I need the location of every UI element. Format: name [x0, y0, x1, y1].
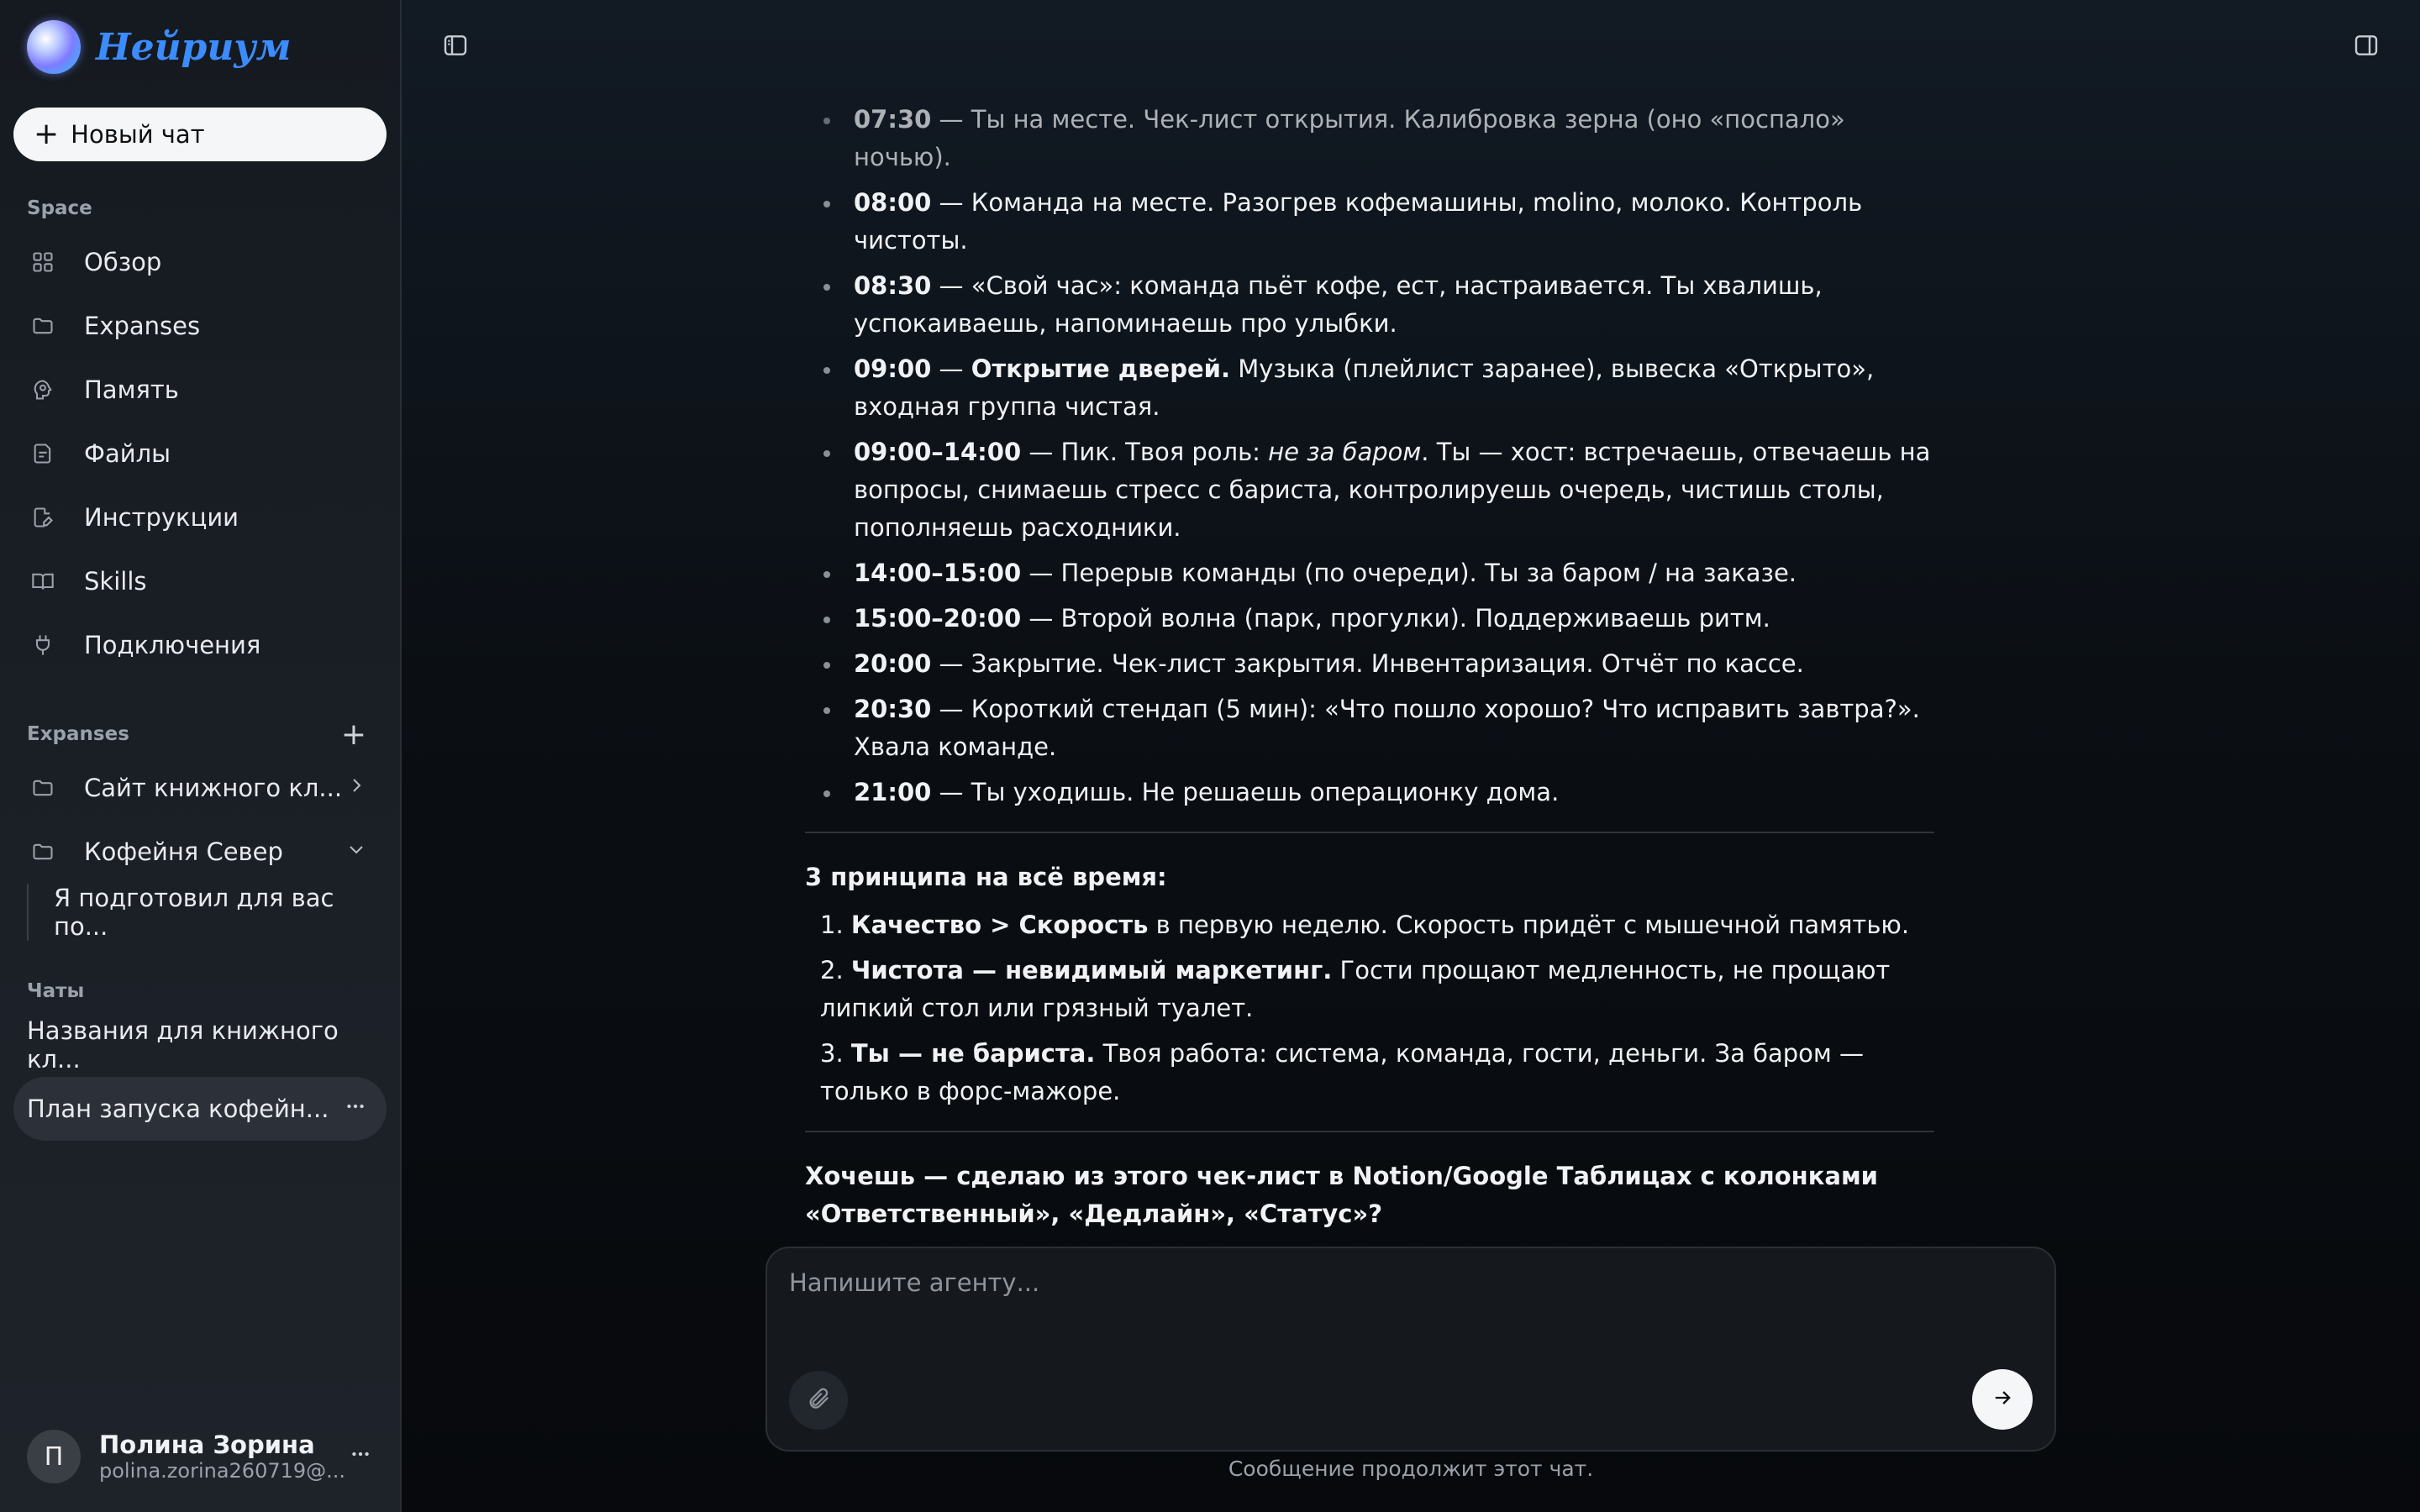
sidebar-item-label: Инструкции: [84, 503, 239, 532]
new-chat-button[interactable]: + Новый чат: [13, 108, 387, 161]
chevron-down-icon[interactable]: [346, 839, 366, 865]
assistant-message: 07:30 — Ты на месте. Чек-лист открытия. …: [805, 101, 1934, 1233]
chat-item-coffee-launch-plan[interactable]: План запуска кофейн...: [13, 1077, 387, 1141]
right-panel-toggle-icon[interactable]: [2353, 32, 2380, 59]
plug-icon: [30, 633, 55, 658]
principle-item: 2. Чистота — невидимый маркетинг. Гости …: [820, 956, 1891, 1022]
message-composer: Напишите агенту...: [765, 1247, 2056, 1452]
final-question: Хочешь — сделаю из этого чек-лист в Noti…: [805, 1162, 1878, 1228]
folder-icon: [30, 313, 55, 339]
sidebar-item-instructions[interactable]: Инструкции: [13, 486, 387, 549]
sidebar-item-label: Skills: [84, 567, 147, 596]
chat-main: 07:30 — Ты на месте. Чек-лист открытия. …: [402, 0, 2420, 1512]
send-button[interactable]: [1972, 1369, 2033, 1430]
brand-name: Нейриум: [96, 25, 292, 69]
sidebar: Нейриум + Новый чат Space Обзор Expanses…: [0, 0, 402, 1512]
expanse-item-label: Кофейня Север: [84, 837, 283, 866]
schedule-item: 09:00–14:00 — Пик. Твоя роль: не за баро…: [805, 433, 1934, 547]
principle-item: 3. Ты — не бариста. Твоя работа: система…: [820, 1039, 1864, 1105]
expanse-subitem[interactable]: Я подготовил для вас по...: [27, 884, 387, 941]
expanses-section-label: Expanses +: [27, 717, 366, 752]
principles-title: 3 принципа на всё время:: [805, 863, 1167, 891]
grid-icon: [30, 249, 55, 275]
schedule-item: 08:00 — Команда на месте. Разогрев кофем…: [805, 184, 1934, 260]
brain-icon: [30, 377, 55, 402]
expanse-item-coffee-sever[interactable]: Кофейня Север: [13, 820, 387, 884]
principle-item: 1. Качество > Скорость в первую неделю. …: [820, 911, 1910, 939]
brand[interactable]: Нейриум: [13, 0, 387, 94]
folder-icon: [30, 839, 55, 864]
file-icon: [30, 441, 55, 466]
sidebar-item-label: Подключения: [84, 631, 261, 659]
schedule-item: 07:30 — Ты на месте. Чек-лист открытия. …: [805, 101, 1934, 176]
schedule-item: 20:30 — Короткий стендап (5 мин): «Что п…: [805, 690, 1934, 766]
avatar: П: [27, 1430, 81, 1483]
space-section-label: Space: [27, 197, 92, 219]
sidebar-item-label: Память: [84, 375, 179, 404]
sidebar-item-label: Файлы: [84, 439, 171, 468]
plus-icon: +: [34, 117, 60, 151]
sidebar-item-skills[interactable]: Skills: [13, 549, 387, 613]
add-expanse-icon[interactable]: +: [341, 717, 366, 752]
arrow-right-icon: [1991, 1386, 2014, 1413]
sidebar-toggle-icon[interactable]: [442, 32, 469, 59]
sidebar-item-connections[interactable]: Подключения: [13, 613, 387, 677]
more-icon[interactable]: [345, 1095, 366, 1123]
more-icon[interactable]: [350, 1443, 371, 1471]
schedule-list: 07:30 — Ты на месте. Чек-лист открытия. …: [805, 101, 1934, 811]
paperclip-icon: [806, 1386, 831, 1415]
divider: [805, 832, 1934, 833]
logo-icon: [27, 20, 81, 74]
sidebar-item-memory[interactable]: Память: [13, 358, 387, 422]
folder-icon: [30, 775, 55, 801]
sidebar-item-overview[interactable]: Обзор: [13, 230, 387, 294]
schedule-item: 21:00 — Ты уходишь. Не решаешь операцион…: [805, 774, 1934, 811]
attach-button[interactable]: [789, 1371, 848, 1430]
user-profile[interactable]: П Полина Зорина polina.zorina260719@...: [13, 1425, 387, 1488]
schedule-item: 15:00–20:00 — Второй волна (парк, прогул…: [805, 600, 1934, 638]
chat-item-book-club-names[interactable]: Названия для книжного кл...: [13, 1013, 387, 1077]
user-email: polina.zorina260719@...: [99, 1459, 346, 1483]
new-chat-label: Новый чат: [71, 120, 205, 149]
principles-list: 1. Качество > Скорость в первую неделю. …: [805, 906, 1934, 1110]
schedule-item: 14:00–15:00 — Перерыв команды (по очеред…: [805, 554, 1934, 592]
schedule-item: 09:00 — Открытие дверей. Музыка (плейлис…: [805, 350, 1934, 426]
expanse-item-book-club-site[interactable]: Сайт книжного кл...: [13, 756, 387, 820]
divider: [805, 1131, 1934, 1132]
schedule-item: 08:30 — «Свой час»: команда пьёт кофе, е…: [805, 267, 1934, 343]
edit-file-icon: [30, 505, 55, 530]
chats-section-label: Чаты: [27, 980, 85, 1002]
composer-hint: Сообщение продолжит этот чат.: [1228, 1457, 1594, 1481]
book-icon: [30, 569, 55, 594]
expanse-item-label: Сайт книжного кл...: [84, 774, 343, 802]
chevron-right-icon[interactable]: [346, 775, 366, 801]
sidebar-item-label: Expanses: [84, 312, 201, 340]
schedule-item: 20:00 — Закрытие. Чек-лист закрытия. Инв…: [805, 645, 1934, 683]
sidebar-item-label: Обзор: [84, 248, 162, 276]
message-input[interactable]: Напишите агенту...: [789, 1268, 1039, 1297]
sidebar-item-files[interactable]: Файлы: [13, 422, 387, 486]
user-name: Полина Зорина: [99, 1431, 315, 1459]
sidebar-item-expanses[interactable]: Expanses: [13, 294, 387, 358]
